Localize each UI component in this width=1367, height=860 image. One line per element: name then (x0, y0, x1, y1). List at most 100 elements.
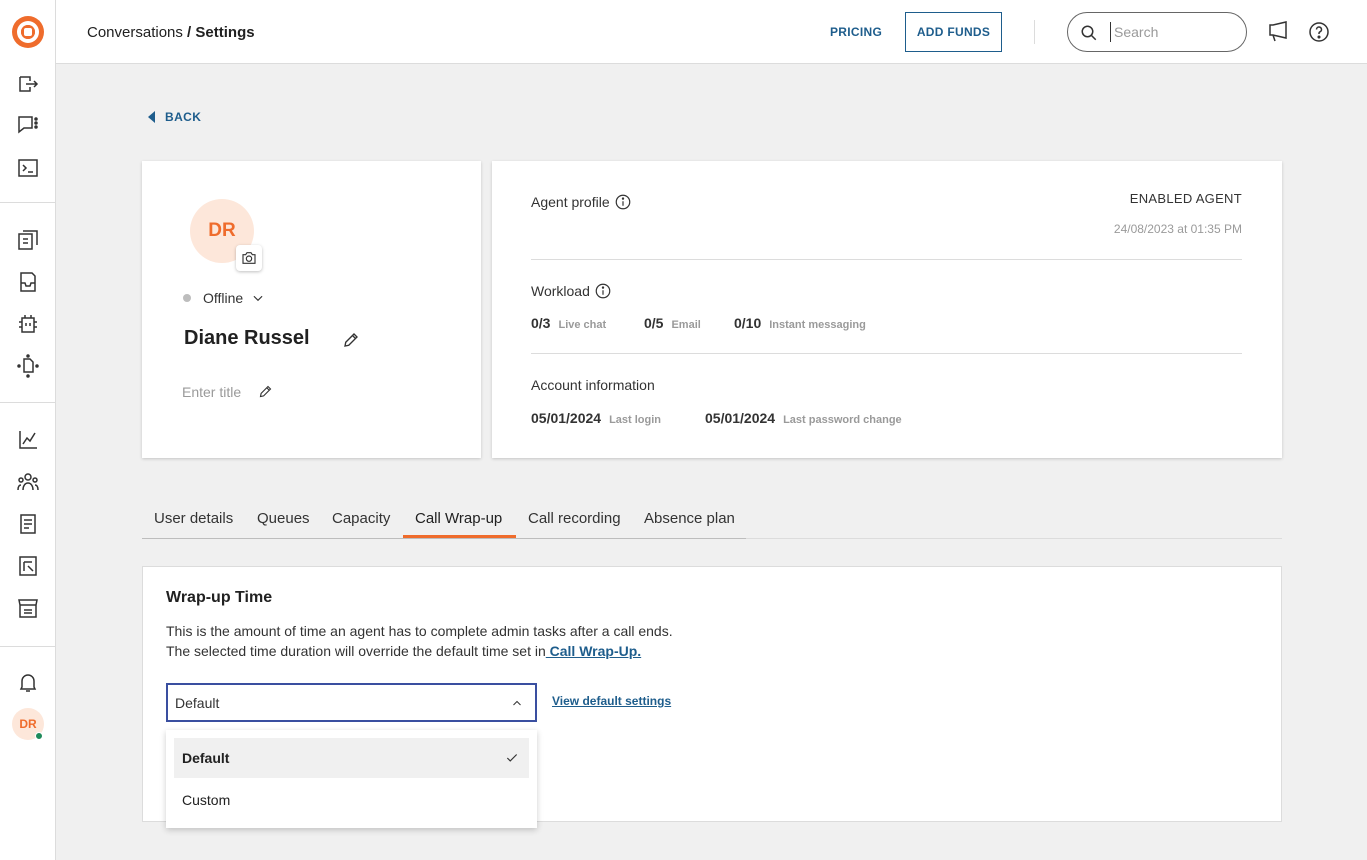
outbound-icon[interactable] (16, 72, 40, 96)
templates-icon[interactable] (16, 554, 40, 578)
agent-profile-heading: Agent profile (531, 193, 632, 211)
reports-icon[interactable] (16, 512, 40, 536)
tab-absence-plan[interactable]: Absence plan (644, 510, 735, 527)
search-box[interactable] (1067, 12, 1247, 52)
back-button[interactable]: BACK (148, 110, 201, 124)
account-label: Last password change (783, 414, 902, 426)
tab-queues[interactable]: Queues (257, 510, 310, 527)
sidebar-divider (0, 646, 55, 647)
account-label: Last login (609, 414, 662, 426)
agent-info-card: Agent profile ENABLED AGENT 24/08/2023 a… (492, 161, 1282, 458)
user-avatar-initials: DR (19, 717, 37, 731)
account-info-label: Account information (531, 377, 655, 393)
workload-value: 0/10 (734, 315, 762, 331)
profile-card: DR Offline Diane Russel Enter title (142, 161, 481, 458)
add-funds-button[interactable]: ADD FUNDS (905, 12, 1002, 52)
account-info-heading: Account information (531, 377, 655, 393)
camera-icon[interactable] (236, 245, 262, 271)
back-arrow-icon (148, 111, 155, 123)
active-tab-indicator (403, 535, 516, 538)
call-wrap-up-link[interactable]: Call Wrap-Up. (546, 643, 642, 659)
bell-icon[interactable] (16, 670, 40, 694)
back-label: BACK (165, 110, 202, 124)
chevron-down-icon (253, 295, 263, 302)
search-input[interactable] (1110, 22, 1230, 42)
sidebar-divider (0, 202, 55, 203)
tabs-baseline (142, 538, 746, 539)
agent-state: ENABLED AGENT (1129, 191, 1242, 206)
top-header: Conversations / Settings PRICING ADD FUN… (56, 0, 1367, 64)
agent-name: Diane Russel (184, 327, 310, 349)
status-dropdown[interactable]: Offline (183, 290, 265, 306)
knowledge-icon[interactable] (16, 228, 40, 252)
breadcrumb-current: Settings (195, 24, 255, 41)
settings-tabs: User details Queues Capacity Call Wrap-u… (142, 500, 1282, 539)
workload-instant-messaging: 0/10 Instant messaging (734, 315, 866, 331)
terminal-icon[interactable] (16, 156, 40, 180)
user-avatar[interactable]: DR (12, 708, 44, 740)
brand-logo[interactable] (12, 16, 44, 48)
inbox-icon[interactable] (16, 270, 40, 294)
check-icon (506, 754, 518, 762)
workload-label: Workload (531, 283, 590, 299)
divider (531, 353, 1242, 354)
tab-call-recording[interactable]: Call recording (528, 510, 621, 527)
chevron-up-icon (513, 700, 521, 706)
wrap-up-description: This is the amount of time an agent has … (166, 621, 673, 661)
select-value: Default (175, 695, 220, 711)
info-icon[interactable] (594, 282, 612, 300)
view-default-settings-link[interactable]: View default settings (552, 694, 671, 708)
wrap-up-time-select[interactable]: Default (166, 683, 537, 722)
option-label: Default (182, 750, 230, 766)
conversations-icon[interactable] (16, 113, 40, 137)
pricing-link[interactable]: PRICING (830, 25, 882, 39)
profile-initials: DR (208, 220, 236, 241)
agent-profile-label: Agent profile (531, 194, 610, 210)
info-icon[interactable] (614, 193, 632, 211)
option-label: Custom (182, 792, 231, 808)
bot-icon[interactable] (16, 312, 40, 336)
last-password-change: 05/01/2024 Last password change (705, 410, 902, 426)
contacts-icon[interactable] (16, 470, 40, 494)
analytics-icon[interactable] (16, 428, 40, 452)
edit-title-icon[interactable] (258, 384, 273, 404)
header-divider (1034, 20, 1035, 44)
breadcrumb-parent[interactable]: Conversations (87, 24, 183, 41)
breadcrumb: Conversations / Settings (87, 24, 255, 41)
title-placeholder[interactable]: Enter title (182, 384, 241, 400)
announcements-icon[interactable] (1267, 20, 1291, 44)
wrap-up-title: Wrap-up Time (166, 589, 273, 606)
tab-capacity[interactable]: Capacity (332, 510, 390, 527)
breadcrumb-separator: / (182, 24, 196, 41)
status-label: Offline (203, 290, 244, 306)
online-status-dot (35, 732, 43, 740)
sidebar-divider (0, 402, 55, 403)
workload-label: Instant messaging (769, 319, 866, 331)
workload-heading: Workload (531, 282, 612, 300)
wrap-up-options-menu: Default Custom (166, 730, 537, 828)
help-icon[interactable] (1307, 20, 1331, 44)
workload-value: 0/5 (644, 315, 664, 331)
edit-name-icon[interactable] (342, 331, 360, 354)
agent-timestamp: 24/08/2023 at 01:35 PM (1113, 222, 1242, 236)
desc-line-2-text: The selected time duration will override… (166, 643, 546, 659)
workload-live-chat: 0/3 Live chat (531, 315, 606, 331)
workload-label: Live chat (558, 319, 607, 331)
last-login: 05/01/2024 Last login (531, 410, 661, 426)
store-icon[interactable] (16, 596, 40, 620)
sidebar: DR (0, 0, 56, 860)
account-value: 05/01/2024 (705, 410, 776, 426)
option-custom[interactable]: Custom (174, 780, 529, 820)
flow-icon[interactable] (16, 354, 40, 378)
workload-label: Email (671, 319, 701, 331)
workload-value: 0/3 (531, 315, 551, 331)
tab-user-details[interactable]: User details (154, 510, 233, 527)
tab-call-wrap-up[interactable]: Call Wrap-up (415, 510, 502, 527)
option-default[interactable]: Default (174, 738, 529, 778)
status-dot (183, 294, 191, 302)
desc-line-1: This is the amount of time an agent has … (166, 623, 673, 639)
search-icon (1081, 25, 1097, 41)
account-value: 05/01/2024 (531, 410, 602, 426)
desc-line-2: The selected time duration will override… (166, 641, 673, 661)
divider (531, 259, 1242, 260)
